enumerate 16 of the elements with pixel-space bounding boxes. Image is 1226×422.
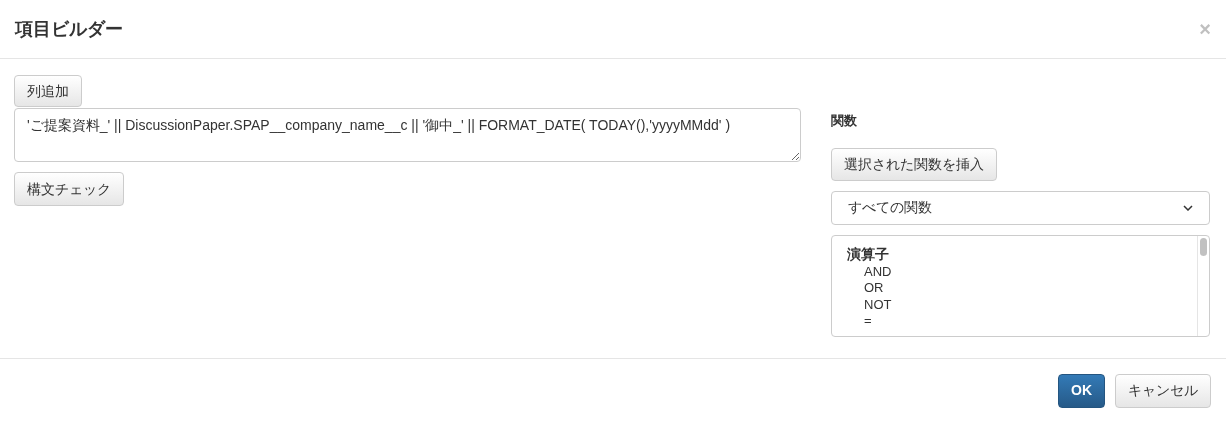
- function-item[interactable]: AND: [847, 263, 1182, 280]
- add-column-button[interactable]: 列追加: [14, 75, 82, 107]
- dialog-title: 項目ビルダー: [15, 17, 123, 41]
- ok-button[interactable]: OK: [1058, 373, 1105, 408]
- chevron-down-icon: [1183, 204, 1193, 211]
- function-item[interactable]: NOT: [847, 296, 1182, 313]
- insert-function-button[interactable]: 選択された関数を挿入: [831, 147, 997, 181]
- scrollbar-thumb[interactable]: [1200, 237, 1207, 256]
- function-item[interactable]: =: [847, 313, 1182, 330]
- functions-heading: 関数: [831, 112, 857, 130]
- function-group-label: 演算子: [847, 244, 890, 264]
- syntax-check-button[interactable]: 構文チェック: [14, 172, 124, 206]
- cancel-button[interactable]: キャンセル: [1115, 373, 1211, 408]
- category-select[interactable]: すべての関数: [831, 190, 1210, 225]
- function-item[interactable]: OR: [847, 280, 1182, 297]
- expression-field[interactable]: 'ご提案資料_' || DiscussionPaper.SPAP__company_name__c || '御中_' || FORMAT_DATE( TODAY(),'yyyyMMdd' ): [14, 108, 801, 162]
